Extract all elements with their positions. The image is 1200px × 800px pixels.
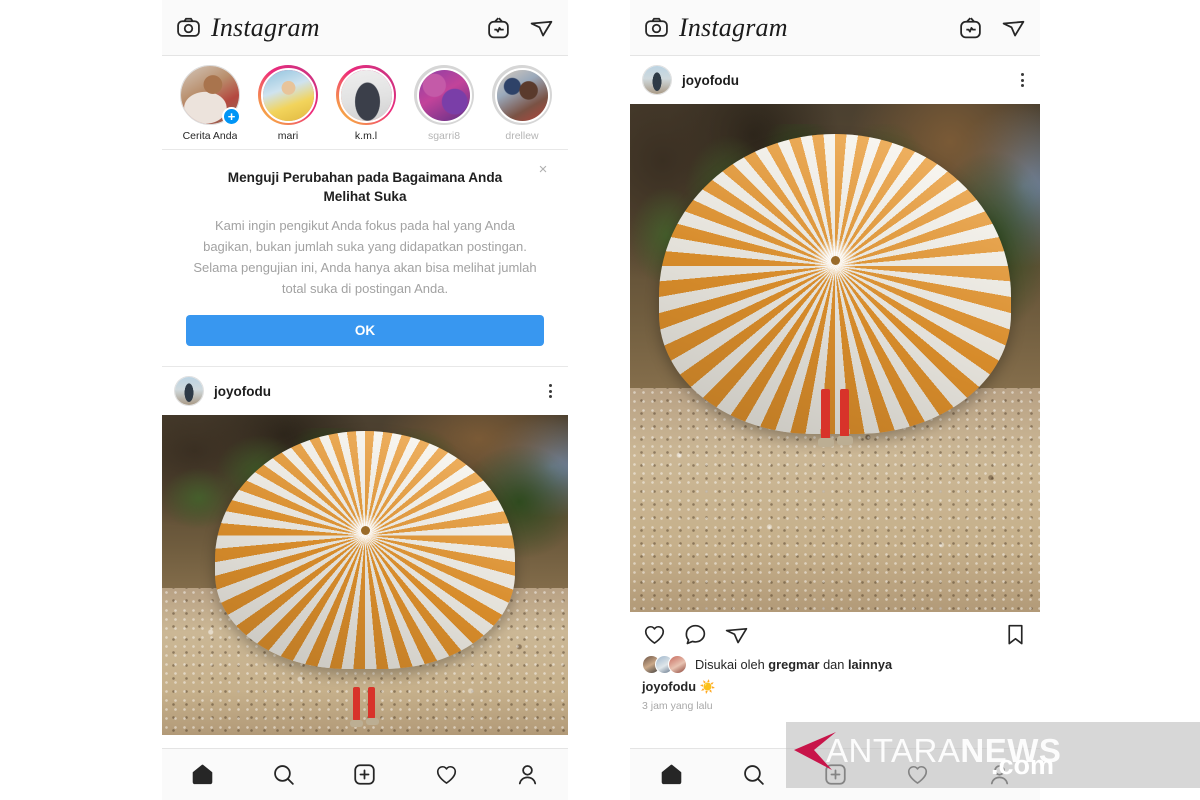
umbrella xyxy=(215,431,515,669)
avatar xyxy=(494,67,550,123)
post-caption: joyofodu ☀️ xyxy=(630,674,1040,695)
nav-add-button[interactable] xyxy=(812,752,858,798)
camera-icon[interactable] xyxy=(644,15,669,40)
nav-profile-button[interactable] xyxy=(976,752,1022,798)
story-item[interactable]: mari xyxy=(252,65,324,142)
notice-title: Menguji Perubahan pada Bagaimana Anda Me… xyxy=(227,170,503,204)
person-legs xyxy=(816,389,858,453)
story-ring: + xyxy=(180,65,241,126)
bottom-nav-left xyxy=(162,748,568,800)
story-ring xyxy=(336,65,396,125)
nav-search-button[interactable] xyxy=(730,752,776,798)
story-ring xyxy=(492,65,552,125)
liker-avatars xyxy=(642,655,687,674)
send-icon[interactable] xyxy=(1001,15,1026,40)
post-photo-right[interactable] xyxy=(630,104,1040,612)
caption-emoji: ☀️ xyxy=(699,679,716,694)
avatar[interactable] xyxy=(174,376,204,406)
comment-icon[interactable] xyxy=(683,622,708,647)
instagram-wordmark: Instagram xyxy=(211,12,320,42)
umbrella-hub xyxy=(360,526,370,536)
phone-panel-right: Instagram joyofodu Disukai oleh gregmar … xyxy=(630,0,1040,800)
avatar xyxy=(416,67,472,123)
igtv-icon[interactable] xyxy=(486,15,511,40)
heart-icon[interactable] xyxy=(642,622,667,647)
avatar xyxy=(260,67,316,123)
caption-username[interactable]: joyofodu xyxy=(642,679,696,694)
screenshot-root: Instagram + Cerita Anda mari k.m.l sgarr… xyxy=(0,0,1200,800)
story-label: drellew xyxy=(505,130,539,142)
likes-text: Disukai oleh gregmar dan lainnya xyxy=(695,657,892,672)
nav-add-button[interactable] xyxy=(342,752,388,798)
person-legs xyxy=(349,687,383,731)
post-header-right: joyofodu xyxy=(630,56,1040,104)
more-options-icon[interactable] xyxy=(545,380,556,402)
likes-prefix: Disukai oleh xyxy=(695,657,765,672)
more-options-icon[interactable] xyxy=(1017,69,1028,91)
header-actions-left xyxy=(486,15,554,40)
app-header-left: Instagram xyxy=(162,0,568,56)
story-item[interactable]: k.m.l xyxy=(330,65,402,142)
notice-body: Kami ingin pengikut Anda fokus pada hal … xyxy=(193,218,537,296)
avatar xyxy=(338,67,394,123)
instagram-wordmark: Instagram xyxy=(679,12,788,42)
story-ring xyxy=(258,65,318,125)
story-item[interactable]: drellew xyxy=(486,65,558,142)
likes-middle: dan xyxy=(823,657,845,672)
nav-home-button[interactable] xyxy=(648,752,694,798)
bottom-nav-right xyxy=(630,748,1040,800)
igtv-icon[interactable] xyxy=(958,15,983,40)
camera-icon[interactable] xyxy=(176,15,201,40)
avatar[interactable] xyxy=(642,65,672,95)
likes-test-notice: × Menguji Perubahan pada Bagaimana Anda … xyxy=(162,150,568,367)
nav-profile-button[interactable] xyxy=(504,752,550,798)
send-icon[interactable] xyxy=(529,15,554,40)
bookmark-icon[interactable] xyxy=(1003,622,1028,647)
story-ring xyxy=(414,65,474,125)
phone-panel-left: Instagram + Cerita Anda mari k.m.l sgarr… xyxy=(162,0,568,800)
post-header-left: joyofodu xyxy=(162,367,568,415)
likes-others[interactable]: lainnya xyxy=(848,657,892,672)
likes-username[interactable]: gregmar xyxy=(768,657,819,672)
post-actions xyxy=(630,612,1040,651)
story-item[interactable]: sgarri8 xyxy=(408,65,480,142)
app-header-right: Instagram xyxy=(630,0,1040,56)
nav-activity-button[interactable] xyxy=(894,752,940,798)
story-label: mari xyxy=(277,130,299,142)
story-label: sgarri8 xyxy=(427,130,461,142)
post-username[interactable]: joyofodu xyxy=(682,73,739,88)
close-icon[interactable]: × xyxy=(535,162,551,178)
nav-activity-button[interactable] xyxy=(423,752,469,798)
umbrella-hub xyxy=(830,255,840,265)
story-label: k.m.l xyxy=(354,130,378,142)
story-item[interactable]: + Cerita Anda xyxy=(174,65,246,142)
story-label: Cerita Anda xyxy=(182,130,238,142)
nav-search-button[interactable] xyxy=(261,752,307,798)
add-story-badge[interactable]: + xyxy=(222,107,241,126)
header-actions-right xyxy=(958,15,1026,40)
brand-area: Instagram xyxy=(176,13,320,43)
stories-tray-left[interactable]: + Cerita Anda mari k.m.l sgarri8 drellew xyxy=(162,56,568,150)
post-username[interactable]: joyofodu xyxy=(214,384,271,399)
likes-row: Disukai oleh gregmar dan lainnya xyxy=(630,651,1040,674)
post-photo-left[interactable] xyxy=(162,415,568,735)
send-icon[interactable] xyxy=(724,622,749,647)
ok-button[interactable]: OK xyxy=(186,315,544,346)
post-timestamp: 3 jam yang lalu xyxy=(642,700,713,712)
nav-home-button[interactable] xyxy=(180,752,226,798)
brand-area: Instagram xyxy=(644,13,788,43)
